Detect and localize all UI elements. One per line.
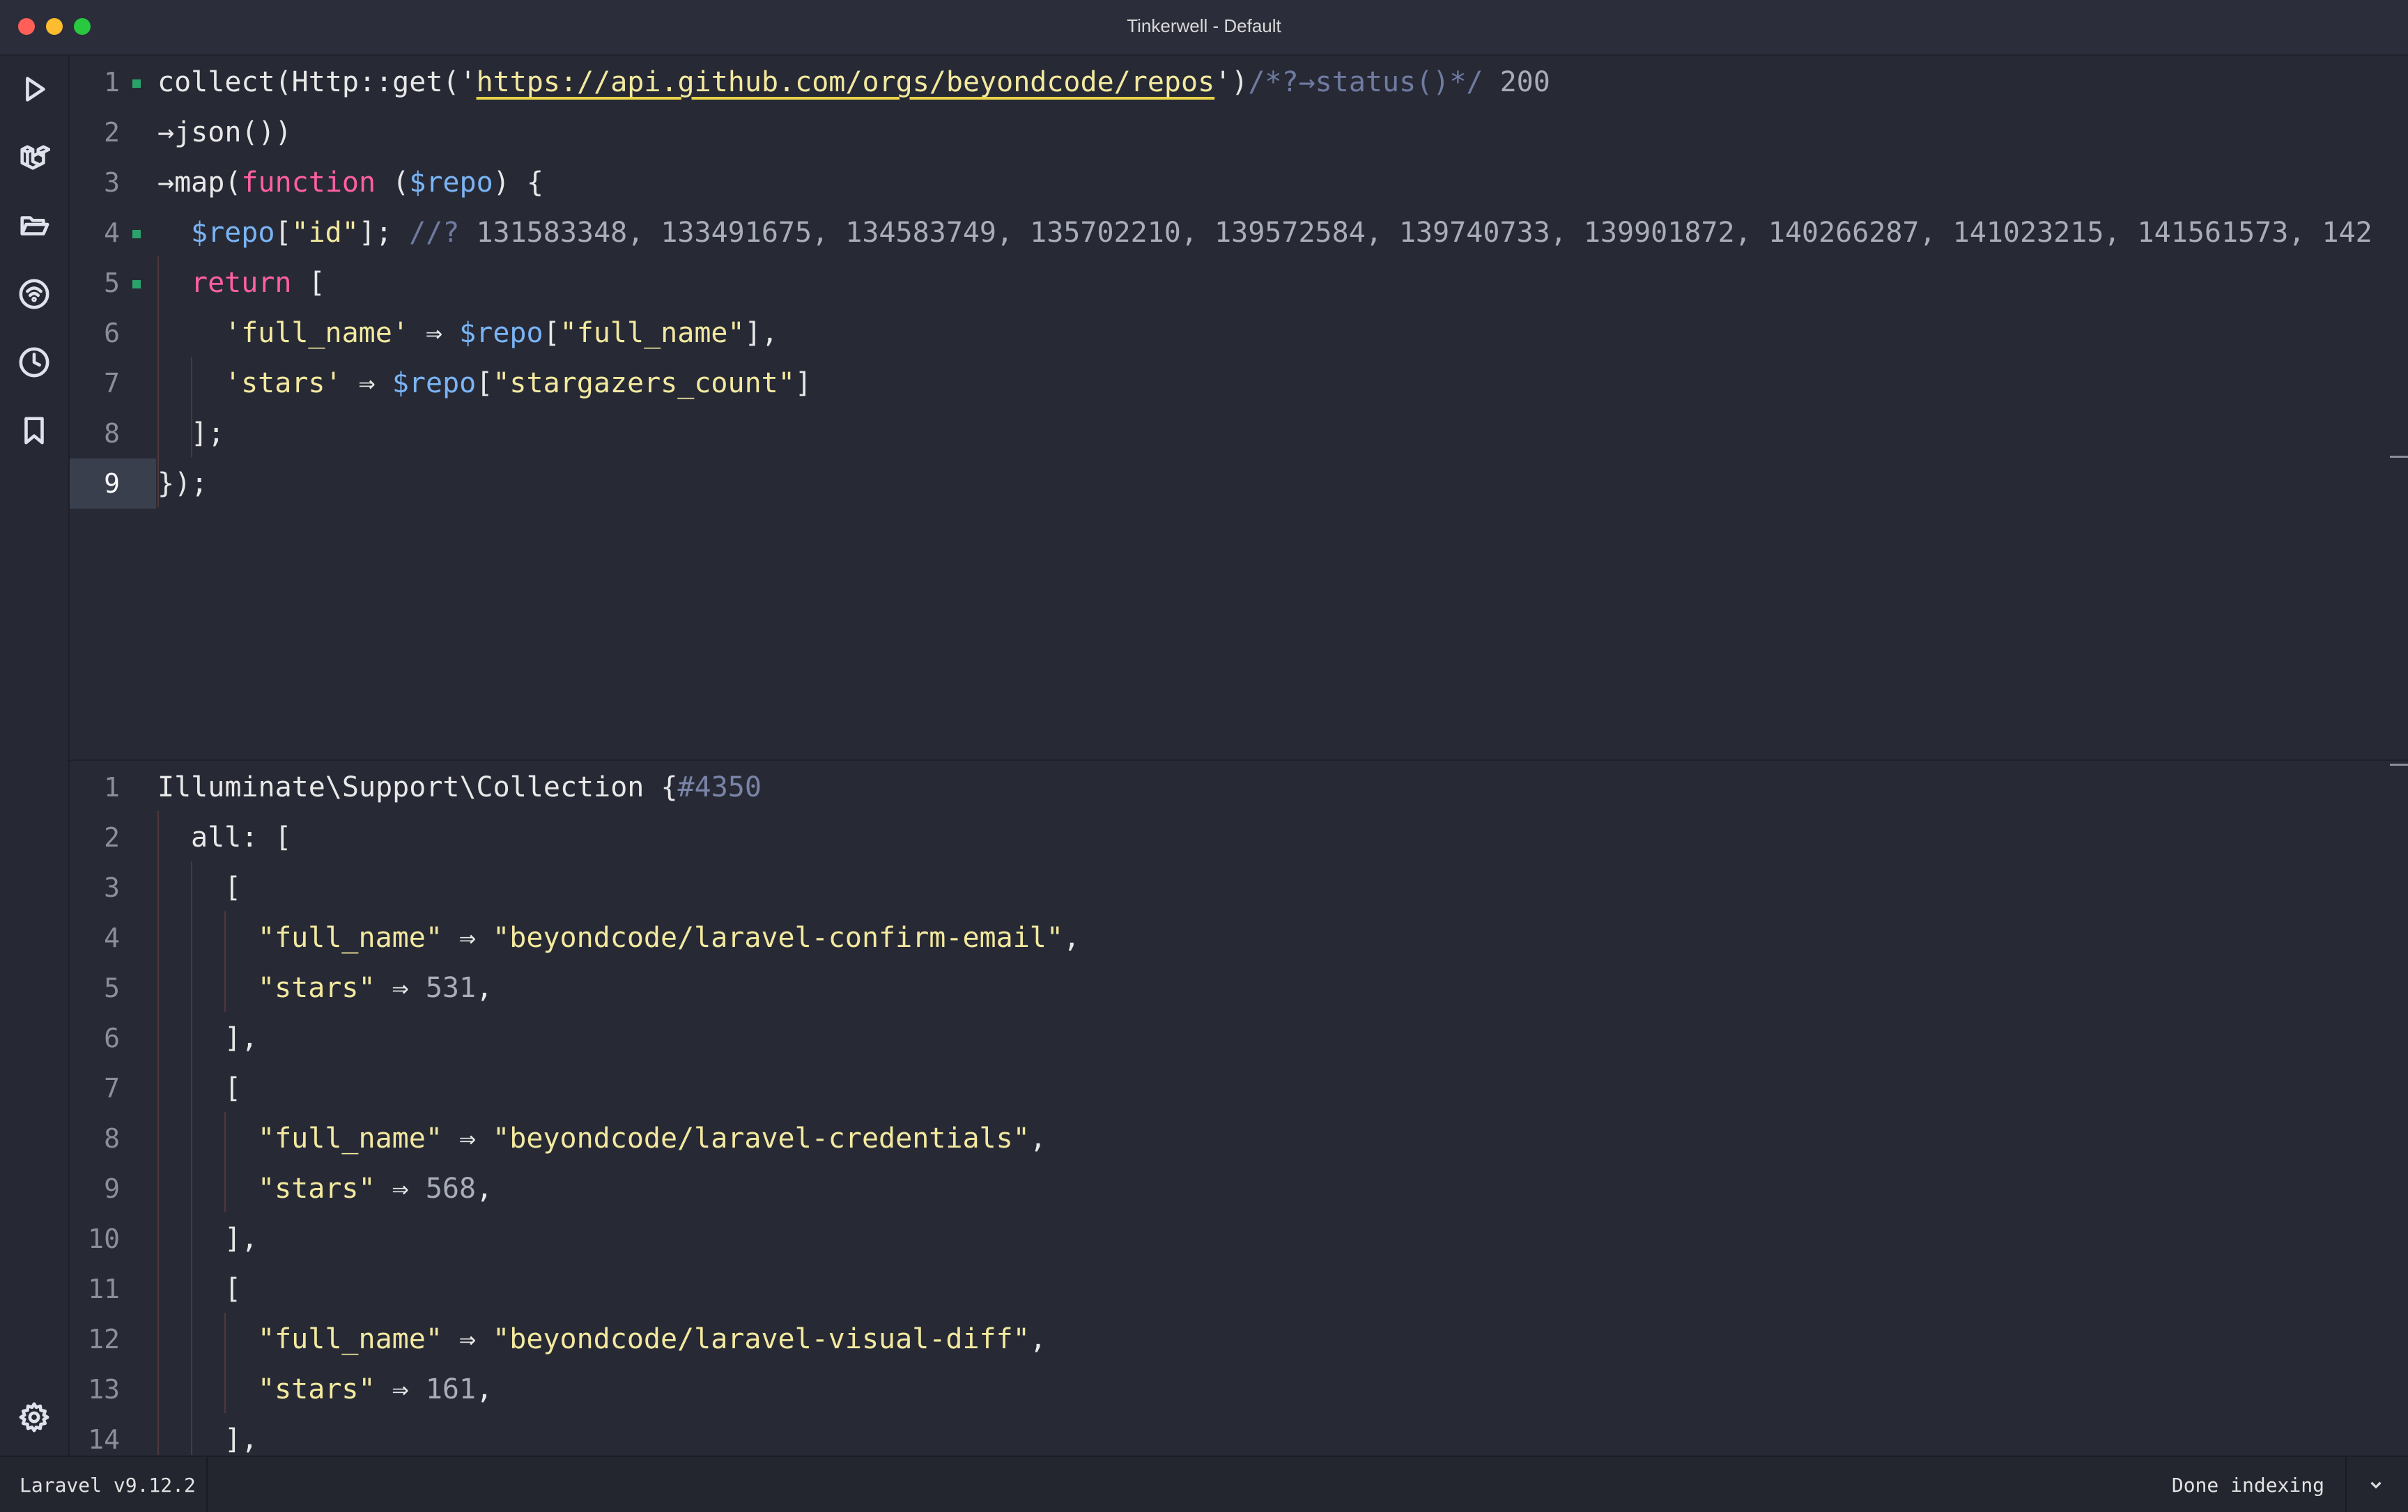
output-line: 7 [ [104, 1072, 242, 1104]
repo-name: "beyondcode/laravel-confirm-email" [493, 922, 1063, 954]
repo-stars: 568 [425, 1173, 477, 1205]
collection-header: Illuminate\Support\Collection {#4350 [157, 771, 762, 803]
api-url[interactable]: https://api.github.com/orgs/beyondcode/r… [477, 66, 1215, 98]
divider [206, 1457, 208, 1512]
indexing-status: Done indexing [2171, 1474, 2324, 1497]
gear-icon[interactable] [17, 1401, 51, 1434]
output-line: 9 "stars" ⇒ 568, [104, 1173, 493, 1205]
output-line: 6 ], [104, 1022, 258, 1054]
tinkerwell-window: Tinkerwell - Default 1 collect(Http::get… [0, 0, 2408, 1512]
gutter: 8 [104, 418, 120, 449]
gutter: 5 [70, 258, 156, 308]
editor-line[interactable]: 2 →json()) [70, 107, 2390, 157]
scroll-marker [2390, 764, 2408, 766]
inline-result: 131583348, 133491675, 134583749, 1357022… [476, 217, 2372, 249]
code-line-3: →map(function ($repo) { [157, 167, 543, 199]
editor-line[interactable]: 7 'stars' ⇒ $repo["stargazers_count"] [70, 358, 2390, 408]
code-line-9: }); [157, 468, 208, 500]
output-line: 14 ], [88, 1424, 258, 1455]
code-line-1: collect(Http::get('https://api.github.co… [157, 66, 1550, 98]
gutter: 2 [104, 117, 120, 148]
code-line-6: 'full_name' ⇒ $repo["full_name"], [224, 317, 778, 349]
result-marker [132, 79, 141, 88]
code-editor[interactable]: 1 collect(Http::get('https://api.github.… [70, 56, 2390, 759]
gutter: 4 [70, 208, 156, 258]
inline-result: 200 [1499, 66, 1550, 98]
code-line-4: $repo["id"]; //? 131583348, 133491675, 1… [191, 217, 2372, 249]
output-line: 10 ], [88, 1223, 258, 1255]
laravel-icon[interactable] [17, 141, 51, 174]
sidebar [0, 56, 70, 1456]
editor-line[interactable]: 5 return [ [70, 258, 2390, 308]
output-line: 4 "full_name" ⇒ "beyondcode/laravel-conf… [104, 922, 1081, 954]
gutter: 3 [104, 167, 120, 198]
divider [2345, 1457, 2347, 1512]
repo-stars: 531 [425, 972, 477, 1004]
editor-line[interactable]: 8 ]; [70, 408, 2390, 458]
repo-stars: 161 [425, 1373, 477, 1405]
repo-name: "beyondcode/laravel-visual-diff" [493, 1323, 1030, 1355]
title-bar: Tinkerwell - Default [0, 0, 2408, 56]
window-title: Tinkerwell - Default [1127, 15, 1281, 36]
gutter: 1 [70, 57, 156, 107]
laravel-version[interactable]: Laravel v9.12.2 [20, 1474, 196, 1497]
output-line: 2 all: [ [104, 821, 292, 854]
code-line-2: →json()) [157, 116, 292, 148]
code-line-7: 'stars' ⇒ $repo["stargazers_count"] [224, 367, 812, 399]
code-line-5: return [ [191, 267, 325, 299]
editor-line[interactable]: 1 collect(Http::get('https://api.github.… [70, 57, 2390, 107]
scroll-marker [2390, 456, 2408, 458]
output-line: 8 "full_name" ⇒ "beyondcode/laravel-cred… [104, 1123, 1047, 1155]
status-bar: Laravel v9.12.2 Done indexing [0, 1456, 2408, 1512]
repo-name: "beyondcode/laravel-credentials" [493, 1123, 1030, 1155]
bookmark-icon[interactable] [17, 414, 51, 447]
history-icon[interactable] [17, 346, 51, 379]
remote-icon[interactable] [17, 277, 51, 311]
run-icon[interactable] [17, 72, 51, 106]
result-marker [132, 230, 141, 238]
output-line: 5 "stars" ⇒ 531, [104, 972, 493, 1004]
gutter: 7 [104, 368, 120, 399]
editor-line-active[interactable]: 9 }); [70, 458, 2390, 509]
output-line: 12 "full_name" ⇒ "beyondcode/laravel-vis… [88, 1323, 1047, 1355]
output-line: 3 [ [104, 872, 242, 904]
gutter: 6 [104, 318, 120, 348]
chevron-down-icon[interactable] [2363, 1472, 2388, 1497]
output-panel[interactable]: 1 Illuminate\Support\Collection {#4350 2… [70, 761, 2390, 1455]
result-marker [132, 280, 141, 288]
output-line: 11 [ [88, 1273, 242, 1305]
code-line-8: ]; [191, 417, 225, 449]
editor-line[interactable]: 3 →map(function ($repo) { [70, 157, 2390, 208]
output-line: 1 Illuminate\Support\Collection {#4350 [70, 762, 2390, 812]
folder-icon[interactable] [17, 209, 51, 242]
gutter: 9 [70, 458, 156, 509]
editor-line[interactable]: 4 $repo["id"]; //? 131583348, 133491675,… [70, 208, 2390, 258]
output-line: 13 "stars" ⇒ 161, [88, 1373, 493, 1405]
editor-line[interactable]: 6 'full_name' ⇒ $repo["full_name"], [70, 308, 2390, 358]
